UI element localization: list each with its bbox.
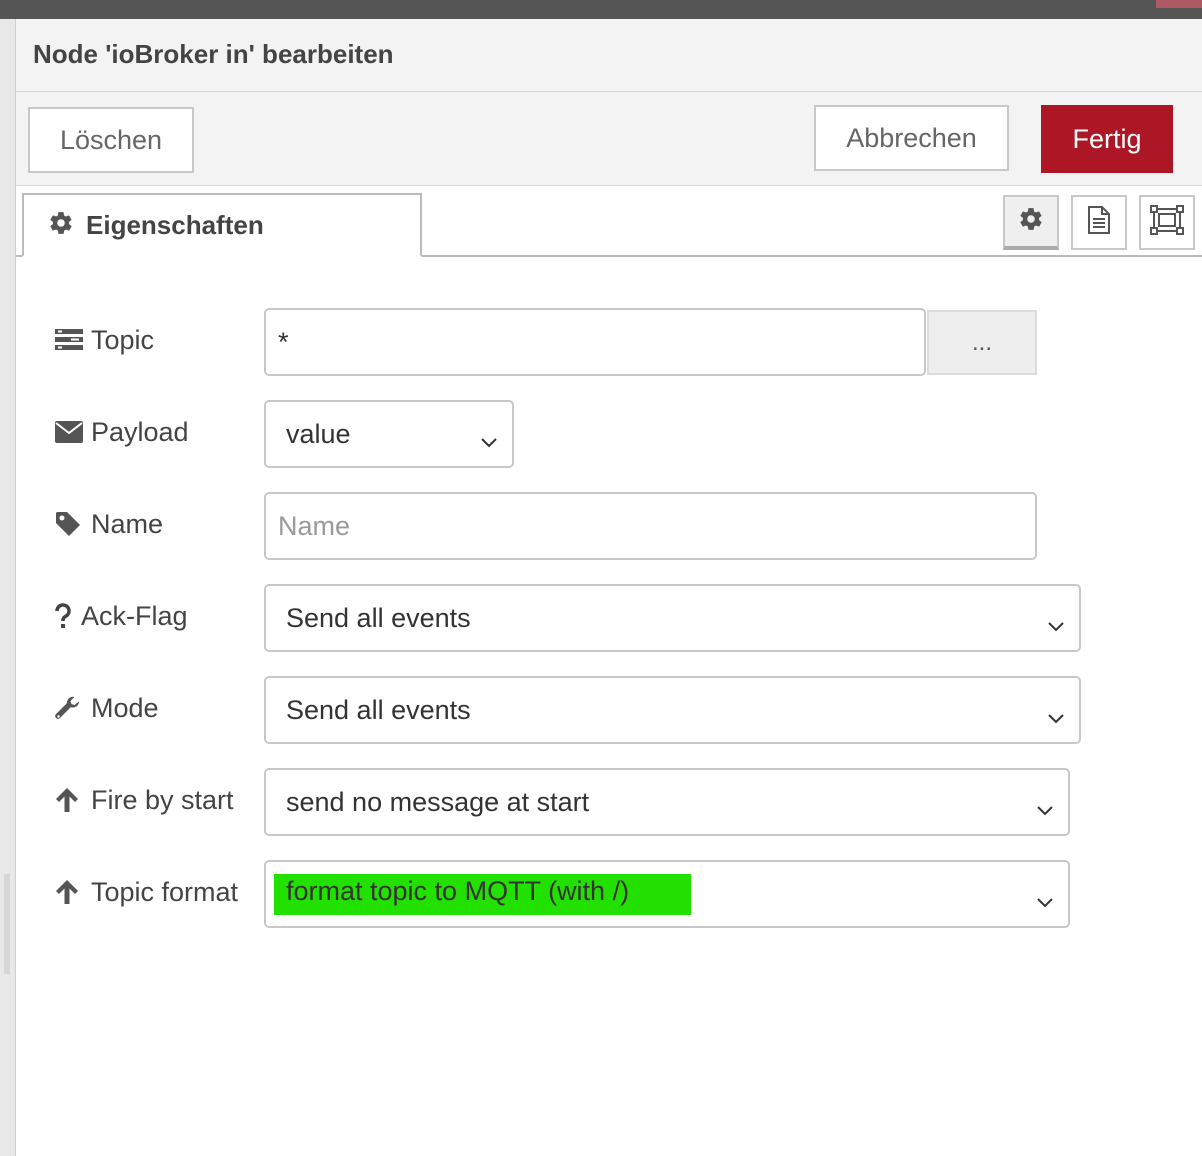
- topic-format-label: Topic format: [55, 872, 238, 912]
- mode-label: Mode: [55, 688, 159, 728]
- scrollbar-handle[interactable]: [4, 874, 10, 974]
- tab-properties-label: Eigenschaften: [86, 209, 264, 240]
- topic-format-label-text: Topic format: [91, 876, 239, 907]
- tab-appearance-button[interactable]: [1139, 195, 1195, 250]
- topic-format-select[interactable]: format topic to MQTT (with /): [264, 860, 1070, 928]
- chevron-down-icon: [480, 425, 498, 456]
- chevron-down-icon: [1036, 885, 1054, 916]
- ack-flag-selected: Send all events: [286, 602, 471, 633]
- top-bar: [0, 0, 1202, 19]
- tray-title: Node 'ioBroker in' bearbeiten: [33, 39, 394, 69]
- fire-by-start-selected: send no message at start: [286, 786, 590, 817]
- chevron-down-icon: [1036, 793, 1054, 824]
- edit-tray: Node 'ioBroker in' bearbeiten Löschen Ab…: [16, 19, 1202, 1156]
- name-placeholder: Name: [278, 510, 351, 541]
- topic-format-selected: format topic to MQTT (with /): [274, 873, 692, 915]
- envelope-icon: [55, 421, 85, 443]
- row-ack-flag: Ack-Flag Send all events: [16, 584, 1202, 652]
- delete-button[interactable]: Löschen: [28, 107, 194, 173]
- ack-flag-label-text: Ack-Flag: [81, 600, 188, 631]
- mode-selected: Send all events: [286, 694, 471, 725]
- tasks-icon: [55, 328, 85, 352]
- tab-bar: Eigenschaften: [16, 186, 1202, 257]
- workspace-edge: [0, 19, 16, 1156]
- ack-flag-label: Ack-Flag: [55, 596, 188, 636]
- fire-by-start-select[interactable]: send no message at start: [264, 768, 1070, 836]
- mode-label-text: Mode: [91, 692, 159, 723]
- question-icon: [55, 603, 75, 629]
- fire-by-start-label-text: Fire by start: [91, 784, 234, 815]
- payload-label: Payload: [55, 412, 189, 452]
- row-payload: Payload value: [16, 400, 1202, 468]
- ack-flag-select[interactable]: Send all events: [264, 584, 1081, 652]
- done-button[interactable]: Fertig: [1041, 105, 1173, 173]
- row-fire-by-start: Fire by start send no message at start: [16, 768, 1202, 836]
- row-topic: Topic * ...: [16, 308, 1202, 376]
- row-topic-format: Topic format format topic to MQTT (with …: [16, 860, 1202, 928]
- payload-select[interactable]: value: [264, 400, 514, 468]
- gear-icon: [1018, 206, 1044, 237]
- name-label-text: Name: [91, 508, 164, 539]
- payload-selected: value: [286, 418, 351, 449]
- name-label: Name: [55, 504, 163, 544]
- tray-header: Node 'ioBroker in' bearbeiten: [16, 19, 1202, 92]
- topic-label: Topic: [55, 320, 154, 360]
- arrow-up-icon: [55, 879, 85, 905]
- tag-icon: [55, 511, 85, 537]
- row-name: Name Name: [16, 492, 1202, 560]
- topic-input[interactable]: *: [264, 308, 926, 376]
- row-mode: Mode Send all events: [16, 676, 1202, 744]
- topic-value: *: [278, 326, 289, 357]
- arrow-up-icon: [55, 787, 85, 813]
- topbar-accent: [1156, 0, 1202, 8]
- tab-description-button[interactable]: [1071, 195, 1127, 250]
- tab-settings-button[interactable]: [1003, 195, 1059, 250]
- tray-toolbar: Löschen Abbrechen Fertig: [16, 92, 1202, 186]
- topic-browse-button[interactable]: ...: [927, 310, 1037, 375]
- name-input[interactable]: Name: [264, 492, 1037, 560]
- gear-icon: [48, 210, 74, 241]
- chevron-down-icon: [1047, 609, 1065, 640]
- cancel-button[interactable]: Abbrechen: [814, 105, 1009, 171]
- payload-label-text: Payload: [91, 416, 189, 447]
- appearance-icon: [1150, 205, 1184, 240]
- fire-by-start-label: Fire by start: [55, 780, 234, 820]
- mode-select[interactable]: Send all events: [264, 676, 1081, 744]
- description-icon: [1086, 205, 1112, 240]
- tab-properties[interactable]: Eigenschaften: [22, 193, 422, 257]
- topic-label-text: Topic: [91, 324, 155, 355]
- chevron-down-icon: [1047, 701, 1065, 732]
- wrench-icon: [55, 695, 85, 721]
